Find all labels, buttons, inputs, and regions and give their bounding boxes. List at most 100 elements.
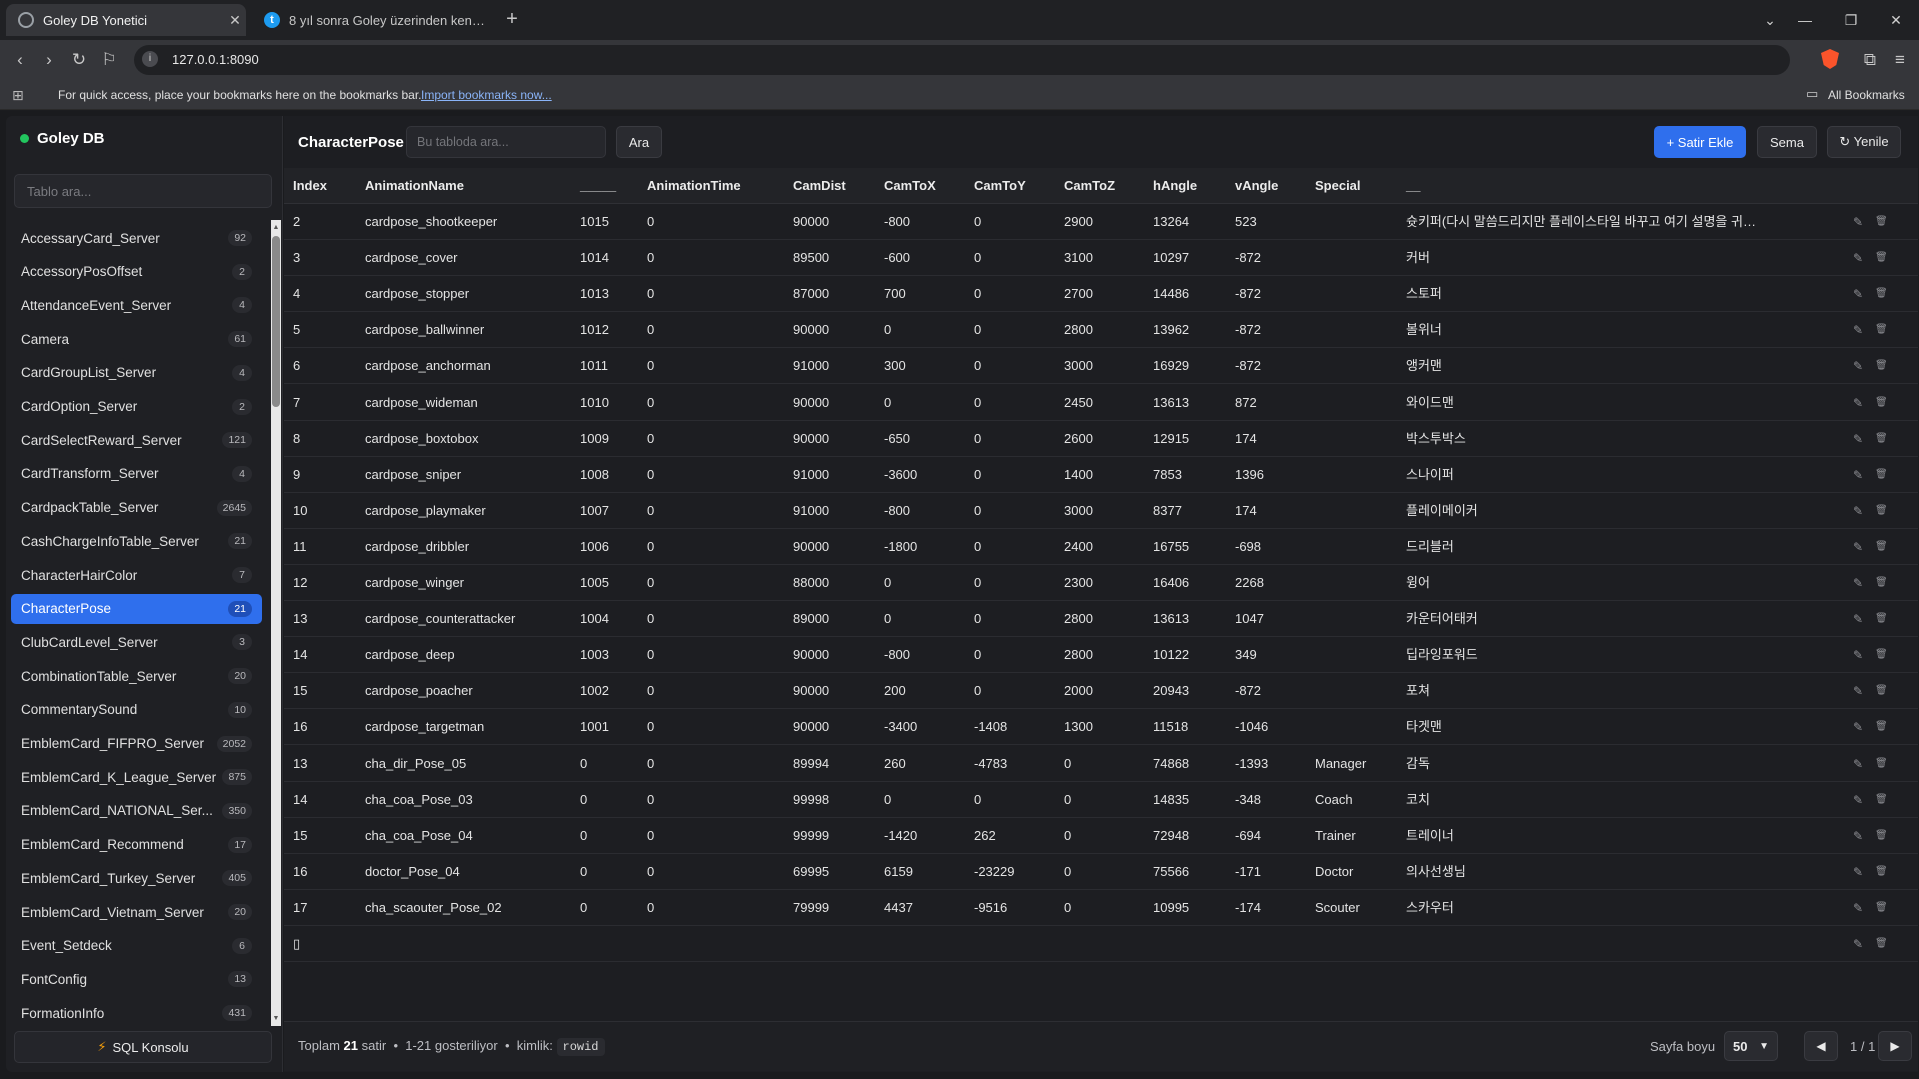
table-cell[interactable]: 박스투박스 [1406,421,1766,457]
table-cell[interactable]: 0 [974,240,1054,276]
table-cell[interactable]: -872 [1235,240,1305,276]
sidebar-item[interactable]: ClubCardLevel_Server 3 [11,627,262,657]
table-cell[interactable]: 1015 [580,204,640,240]
column-header[interactable]: vAngle [1235,168,1278,204]
table-row[interactable]: 11 cardpose_dribbler 1006 0 90000 -1800 0 2400 1… [284,529,1918,565]
table-cell[interactable]: 0 [974,529,1054,565]
table-cell[interactable]: 174 [1235,493,1305,529]
table-cell[interactable]: 90000 [793,637,873,673]
edit-icon[interactable]: ✎ [1853,457,1863,493]
extensions-icon[interactable]: ⧉ [1858,48,1882,72]
table-cell[interactable]: 79999 [793,890,873,926]
table-cell[interactable]: 13 [293,746,353,782]
table-cell[interactable]: 13 [293,601,353,637]
table-cell[interactable]: 와이드맨 [1406,385,1766,421]
table-cell[interactable]: 4 [293,276,353,312]
table-cell[interactable]: 0 [647,673,777,709]
table-cell[interactable]: 윙어 [1406,565,1766,601]
table-cell[interactable]: 0 [884,601,964,637]
table-cell[interactable]: 0 [974,312,1054,348]
sidebar-item[interactable]: CharacterPose 21 [11,593,262,624]
new-tab-button[interactable]: + [500,8,524,32]
table-cell[interactable]: 0 [647,385,777,421]
table-cell[interactable]: 0 [884,782,964,818]
table-cell[interactable]: 1003 [580,637,640,673]
table-cell[interactable] [1315,637,1395,673]
table-cell[interactable]: 2268 [1235,565,1305,601]
table-cell[interactable]: 스토퍼 [1406,276,1766,312]
table-cell[interactable]: 90000 [793,421,873,457]
table-cell[interactable]: 7 [293,385,353,421]
delete-icon[interactable]: 🗑 [1875,565,1888,601]
sidebar-item[interactable]: Camera 61 [11,324,262,354]
delete-icon[interactable]: 🗑 [1875,746,1888,782]
sidebar-item[interactable]: CombinationTable_Server 20 [11,661,262,691]
edit-icon[interactable]: ✎ [1853,637,1863,673]
table-cell[interactable]: 1011 [580,348,640,384]
table-cell[interactable]: cardpose_sniper [365,457,565,493]
table-cell[interactable]: cardpose_deep [365,637,565,673]
table-cell[interactable]: 1004 [580,601,640,637]
table-cell[interactable]: -9516 [974,890,1054,926]
delete-icon[interactable]: 🗑 [1875,601,1888,637]
table-cell[interactable]: 200 [884,673,964,709]
table-cell[interactable] [1315,709,1395,745]
table-cell[interactable]: ▯ [293,926,353,962]
table-cell[interactable]: 슛키퍼(다시 말씀드리지만 플레이스타일 바꾸고 여기 설명을 귀찮다고 ... [1406,204,1766,240]
table-cell[interactable] [1315,421,1395,457]
table-cell[interactable]: 13613 [1153,385,1223,421]
reload-icon[interactable]: ↻ [67,48,91,72]
edit-icon[interactable]: ✎ [1853,240,1863,276]
table-cell[interactable]: 2900 [1064,204,1144,240]
table-cell[interactable]: 2400 [1064,529,1144,565]
delete-icon[interactable]: 🗑 [1875,637,1888,673]
scroll-down-icon[interactable]: ▼ [272,1014,280,1024]
menu-icon[interactable]: ≡ [1888,48,1912,72]
table-cell[interactable]: 1012 [580,312,640,348]
table-cell[interactable]: 262 [974,818,1054,854]
sidebar-item[interactable]: EmblemCard_K_League_Server 875 [11,762,262,792]
table-cell[interactable]: 12 [293,565,353,601]
table-row[interactable]: 14 cha_coa_Pose_03 0 0 99998 0 0 0 14835 -348 Coac… [284,782,1918,818]
table-cell[interactable]: -872 [1235,276,1305,312]
sidebar-item[interactable]: AccessoryPosOffset 2 [11,257,262,287]
table-cell[interactable]: cha_coa_Pose_04 [365,818,565,854]
table-cell[interactable]: 카운터어태커 [1406,601,1766,637]
table-cell[interactable]: 0 [647,312,777,348]
sidebar-item[interactable]: CardSelectReward_Server 121 [11,425,262,455]
table-cell[interactable]: 1001 [580,709,640,745]
table-cell[interactable]: 74868 [1153,746,1223,782]
delete-icon[interactable]: 🗑 [1875,385,1888,421]
url-text[interactable]: 127.0.0.1:8090 [172,52,259,67]
table-cell[interactable]: 260 [884,746,964,782]
table-cell[interactable] [1235,926,1305,962]
table-cell[interactable]: 볼위너 [1406,312,1766,348]
table-cell[interactable]: 0 [647,854,777,890]
table-cell[interactable]: 10 [293,493,353,529]
table-cell[interactable] [1315,565,1395,601]
delete-icon[interactable]: 🗑 [1875,421,1888,457]
table-cell[interactable]: cha_dir_Pose_05 [365,746,565,782]
schema-button[interactable]: Sema [1757,126,1817,158]
sql-console-button[interactable]: ⚡ SQL Konsolu [14,1031,272,1063]
column-header[interactable]: AnimationTime [647,168,741,204]
tab-search-chevron-icon[interactable]: ⌄ [1755,8,1785,32]
edit-icon[interactable]: ✎ [1853,854,1863,890]
table-cell[interactable]: 14 [293,637,353,673]
table-cell[interactable]: 91000 [793,493,873,529]
table-cell[interactable]: -872 [1235,673,1305,709]
table-cell[interactable]: 0 [647,529,777,565]
table-cell[interactable]: 2000 [1064,673,1144,709]
table-cell[interactable]: 트레이너 [1406,818,1766,854]
edit-icon[interactable]: ✎ [1853,818,1863,854]
table-row[interactable]: 13 cha_dir_Pose_05 0 0 89994 260 -4783 0 74868 -1… [284,746,1918,782]
table-cell[interactable]: -3600 [884,457,964,493]
table-cell[interactable]: 0 [580,854,640,890]
table-cell[interactable]: 0 [1064,890,1144,926]
table-cell[interactable]: 90000 [793,709,873,745]
table-cell[interactable] [1315,204,1395,240]
table-cell[interactable]: 0 [1064,854,1144,890]
table-cell[interactable]: 99999 [793,818,873,854]
table-cell[interactable]: 2800 [1064,637,1144,673]
edit-icon[interactable]: ✎ [1853,890,1863,926]
